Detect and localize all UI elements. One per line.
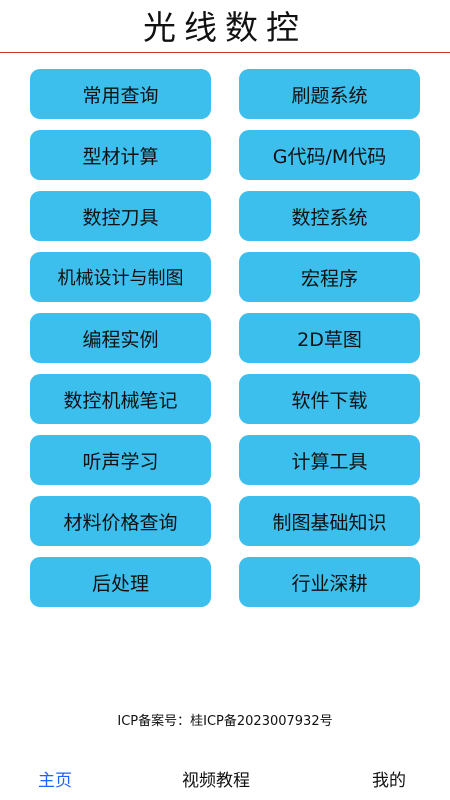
cnc-notes-button[interactable]: 数控机械笔记 bbox=[30, 374, 211, 424]
tab-mine[interactable]: 我的 bbox=[372, 766, 406, 791]
icp-record: ICP备案号：桂ICP备2023007932号 bbox=[117, 714, 333, 729]
drawing-basics-button[interactable]: 制图基础知识 bbox=[239, 496, 420, 546]
app-title: 光线数控 bbox=[143, 8, 307, 47]
calculation-tools-button[interactable]: 计算工具 bbox=[239, 435, 420, 485]
cnc-system-button[interactable]: 数控系统 bbox=[239, 191, 420, 241]
post-processing-button[interactable]: 后处理 bbox=[30, 557, 211, 607]
industry-insights-button[interactable]: 行业深耕 bbox=[239, 557, 420, 607]
listen-learn-button[interactable]: 听声学习 bbox=[30, 435, 211, 485]
tab-video-tutorials[interactable]: 视频教程 bbox=[182, 766, 250, 791]
mechanical-design-button[interactable]: 机械设计与制图 bbox=[30, 252, 211, 302]
sketch-2d-button[interactable]: 2D草图 bbox=[239, 313, 420, 363]
material-price-button[interactable]: 材料价格查询 bbox=[30, 496, 211, 546]
cnc-tools-button[interactable]: 数控刀具 bbox=[30, 191, 211, 241]
question-bank-button[interactable]: 刷题系统 bbox=[239, 69, 420, 119]
tab-home[interactable]: 主页 bbox=[38, 766, 72, 791]
gcode-mcode-button[interactable]: G代码/M代码 bbox=[239, 130, 420, 180]
profile-calculation-button[interactable]: 型材计算 bbox=[30, 130, 211, 180]
macro-program-button[interactable]: 宏程序 bbox=[239, 252, 420, 302]
common-query-button[interactable]: 常用查询 bbox=[30, 69, 211, 119]
programming-examples-button[interactable]: 编程实例 bbox=[30, 313, 211, 363]
software-download-button[interactable]: 软件下载 bbox=[239, 374, 420, 424]
app-header: 光线数控 bbox=[0, 0, 450, 53]
menu-grid: 常用查询 刷题系统 型材计算 G代码/M代码 数控刀具 数控系统 机械设计与制图… bbox=[30, 69, 421, 607]
bottom-tabbar: 主页 视频教程 我的 bbox=[0, 760, 450, 800]
